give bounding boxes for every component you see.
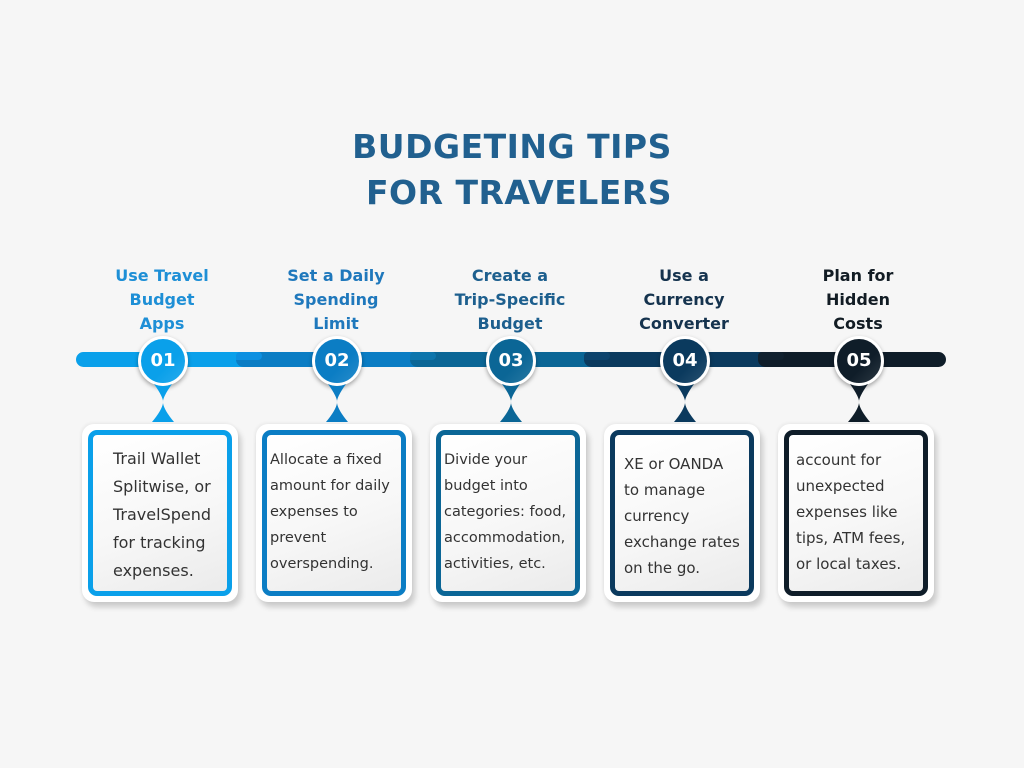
connector-stem-icon [326,384,348,422]
step-heading: Set a Daily Spending Limit [287,266,385,333]
step-card: Allocate a fixed amount for daily expens… [256,424,412,602]
step-number-badge: 04 [660,336,710,386]
step-description: account for unexpected expenses like tip… [796,451,906,573]
card-border: Allocate a fixed amount for daily expens… [262,430,406,596]
step-heading: Create a Trip-Specific Budget [454,266,566,333]
step-number-badge: 05 [834,336,884,386]
connector-stem-icon [848,384,870,422]
step-card: XE or OANDA to manage currency exchange … [604,424,760,602]
card-border: Trail Wallet Splitwise, or TravelSpend f… [88,430,232,596]
title-line-2: FOR TRAVELERS [365,173,673,212]
step-card: account for unexpected expenses like tip… [778,424,934,602]
step-heading: Use Travel Budget Apps [115,266,209,333]
step-card: Trail Wallet Splitwise, or TravelSpend f… [82,424,238,602]
step-number-badge: 02 [312,336,362,386]
connector-stem-icon [152,384,174,422]
step-description: Divide your budget into categories: food… [444,452,567,572]
card-border: Divide your budget into categories: food… [436,430,580,596]
step-description: Trail Wallet Splitwise, or TravelSpend f… [113,449,212,580]
step-heading: Plan for Hidden Costs [822,266,894,333]
step-description: Allocate a fixed amount for daily expens… [270,452,390,572]
step-heading: Use a Currency Converter [639,266,729,333]
step-number-badge: 03 [486,336,536,386]
connector-stem-icon [674,384,696,422]
connector-stem-icon [500,384,522,422]
infographic-title: BUDGETING TIPS FOR TRAVELERS [0,124,1024,216]
step-card: Divide your budget into categories: food… [430,424,586,602]
title-line-1: BUDGETING TIPS [352,127,672,166]
card-border: XE or OANDA to manage currency exchange … [610,430,754,596]
step-description: XE or OANDA to manage currency exchange … [624,455,740,577]
card-border: account for unexpected expenses like tip… [784,430,928,596]
step-number-badge: 01 [138,336,188,386]
